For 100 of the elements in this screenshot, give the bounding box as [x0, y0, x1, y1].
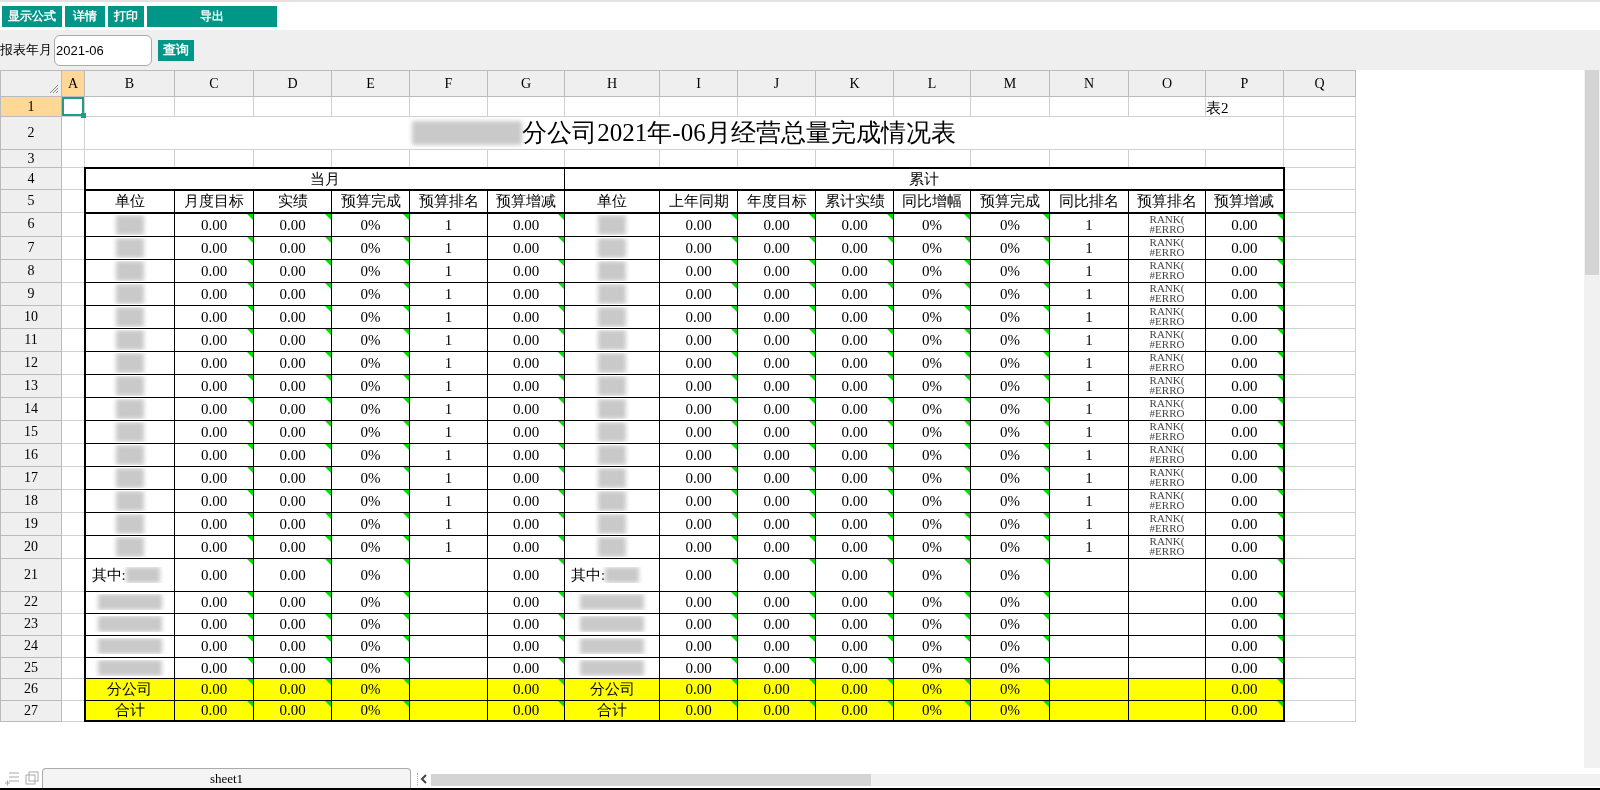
comment-marker-icon — [1276, 374, 1283, 381]
toolbar-button[interactable]: 详情 — [65, 5, 105, 27]
table-cell: 0% — [970, 489, 1050, 512]
row-header[interactable]: 7 — [0, 236, 62, 259]
row-header[interactable]: 14 — [0, 397, 62, 420]
row-header[interactable]: 25 — [0, 657, 62, 678]
unit-text: 合计 — [597, 702, 627, 719]
row-header[interactable]: 21 — [0, 558, 62, 591]
unit-text: 其中: — [91, 566, 126, 583]
comment-marker-icon — [809, 374, 815, 381]
column-header[interactable]: F — [409, 70, 488, 97]
table-cell: 1 — [1049, 443, 1129, 466]
row-header[interactable]: 2 — [0, 116, 62, 150]
comment-marker-icon — [247, 489, 253, 496]
row-header[interactable]: 15 — [0, 420, 62, 443]
column-header[interactable]: H — [564, 70, 660, 97]
comment-marker-icon — [887, 305, 893, 312]
table-cell: 0.00 — [659, 328, 738, 351]
table-cell: 0.00 — [737, 236, 816, 259]
comment-marker-icon — [403, 657, 409, 664]
column-header[interactable]: N — [1049, 70, 1129, 97]
row-header[interactable]: 23 — [0, 613, 62, 635]
table-cell: 0% — [331, 282, 410, 305]
query-button[interactable]: 查询 — [158, 39, 194, 61]
row-header[interactable]: 16 — [0, 443, 62, 466]
add-sheet-icon[interactable] — [4, 770, 20, 786]
column-header[interactable]: D — [253, 70, 332, 97]
row-header[interactable]: 27 — [0, 700, 62, 721]
row-header[interactable]: 13 — [0, 374, 62, 397]
column-header[interactable]: M — [970, 70, 1050, 97]
row-header[interactable]: 19 — [0, 512, 62, 535]
row-header[interactable]: 4 — [0, 167, 62, 190]
row-header[interactable]: 10 — [0, 305, 62, 328]
scrollbar-thumb[interactable] — [1585, 70, 1599, 275]
column-header[interactable]: Q — [1283, 70, 1356, 97]
column-header[interactable]: E — [331, 70, 410, 97]
copy-sheet-icon[interactable] — [24, 770, 40, 786]
table-cell: 1 — [409, 466, 488, 489]
table-cell: 0.00 — [815, 489, 894, 512]
row-header[interactable]: 1 — [0, 96, 62, 117]
row-header[interactable]: 5 — [0, 189, 62, 213]
toolbar-button[interactable]: 打印 — [108, 5, 144, 27]
error-text: RANK( #ERRO — [1148, 213, 1186, 234]
comment-marker-icon — [558, 351, 564, 358]
table-cell: 0.00 — [487, 558, 565, 591]
row-header[interactable]: 24 — [0, 635, 62, 657]
table-cell: 0% — [893, 351, 971, 374]
table-cell: 0.00 — [815, 657, 894, 678]
row-header[interactable]: 18 — [0, 489, 62, 512]
table-cell: 0.00 — [1205, 535, 1284, 558]
table-cell: 0.00 — [253, 443, 332, 466]
column-heading: 月度目标 — [174, 189, 254, 213]
comment-marker-icon — [1276, 591, 1283, 598]
row-header[interactable]: 20 — [0, 535, 62, 558]
comment-marker-icon — [731, 259, 737, 266]
row-header[interactable]: 11 — [0, 328, 62, 351]
column-header[interactable]: B — [84, 70, 175, 97]
comment-marker-icon — [325, 374, 331, 381]
scrollbar-thumb[interactable] — [431, 774, 871, 786]
column-header[interactable]: A — [61, 70, 85, 97]
row-header[interactable]: 9 — [0, 282, 62, 305]
column-header[interactable]: C — [174, 70, 254, 97]
column-header[interactable]: P — [1205, 70, 1284, 97]
row-header[interactable]: 22 — [0, 591, 62, 613]
table-cell: 1 — [1049, 420, 1129, 443]
column-header[interactable]: L — [893, 70, 971, 97]
sheet-tab[interactable]: sheet1 — [42, 768, 411, 788]
comment-marker-icon — [325, 420, 331, 427]
row-header[interactable]: 17 — [0, 466, 62, 489]
error-text: RANK( #ERRO — [1148, 512, 1186, 533]
toolbar-button[interactable]: 导出 — [147, 5, 277, 27]
row-header[interactable]: 12 — [0, 351, 62, 374]
table-cell: 0.00 — [174, 466, 254, 489]
comment-marker-icon — [809, 535, 815, 542]
column-header[interactable]: K — [815, 70, 894, 97]
toolbar-button[interactable]: 显示公式 — [2, 5, 62, 27]
table-cell: 0% — [893, 535, 971, 558]
comment-marker-icon — [558, 535, 564, 542]
scroll-left-icon[interactable] — [417, 773, 427, 785]
row-header[interactable]: 26 — [0, 678, 62, 700]
horizontal-scrollbar[interactable] — [431, 774, 1600, 786]
column-heading: 预算增减 — [487, 189, 565, 213]
table-cell: 0.00 — [737, 558, 816, 591]
column-header[interactable]: G — [487, 70, 565, 97]
row-header[interactable]: 6 — [0, 212, 62, 236]
table-cell: 0.00 — [737, 212, 816, 236]
column-header[interactable]: O — [1128, 70, 1206, 97]
table-cell: 0.00 — [487, 212, 565, 236]
table-cell: 0.00 — [737, 351, 816, 374]
cell-selection[interactable] — [62, 97, 84, 116]
date-field[interactable]: 2021-06 — [54, 34, 152, 66]
comment-marker-icon — [403, 282, 409, 289]
table-cell: 0.00 — [1205, 328, 1284, 351]
table-cell: 0.00 — [737, 535, 816, 558]
table-cell: 1 — [1049, 328, 1129, 351]
column-header[interactable]: I — [659, 70, 738, 97]
table-cell: 0.00 — [659, 351, 738, 374]
column-header[interactable]: J — [737, 70, 816, 97]
vertical-scrollbar[interactable] — [1584, 70, 1600, 768]
row-header[interactable]: 8 — [0, 259, 62, 282]
